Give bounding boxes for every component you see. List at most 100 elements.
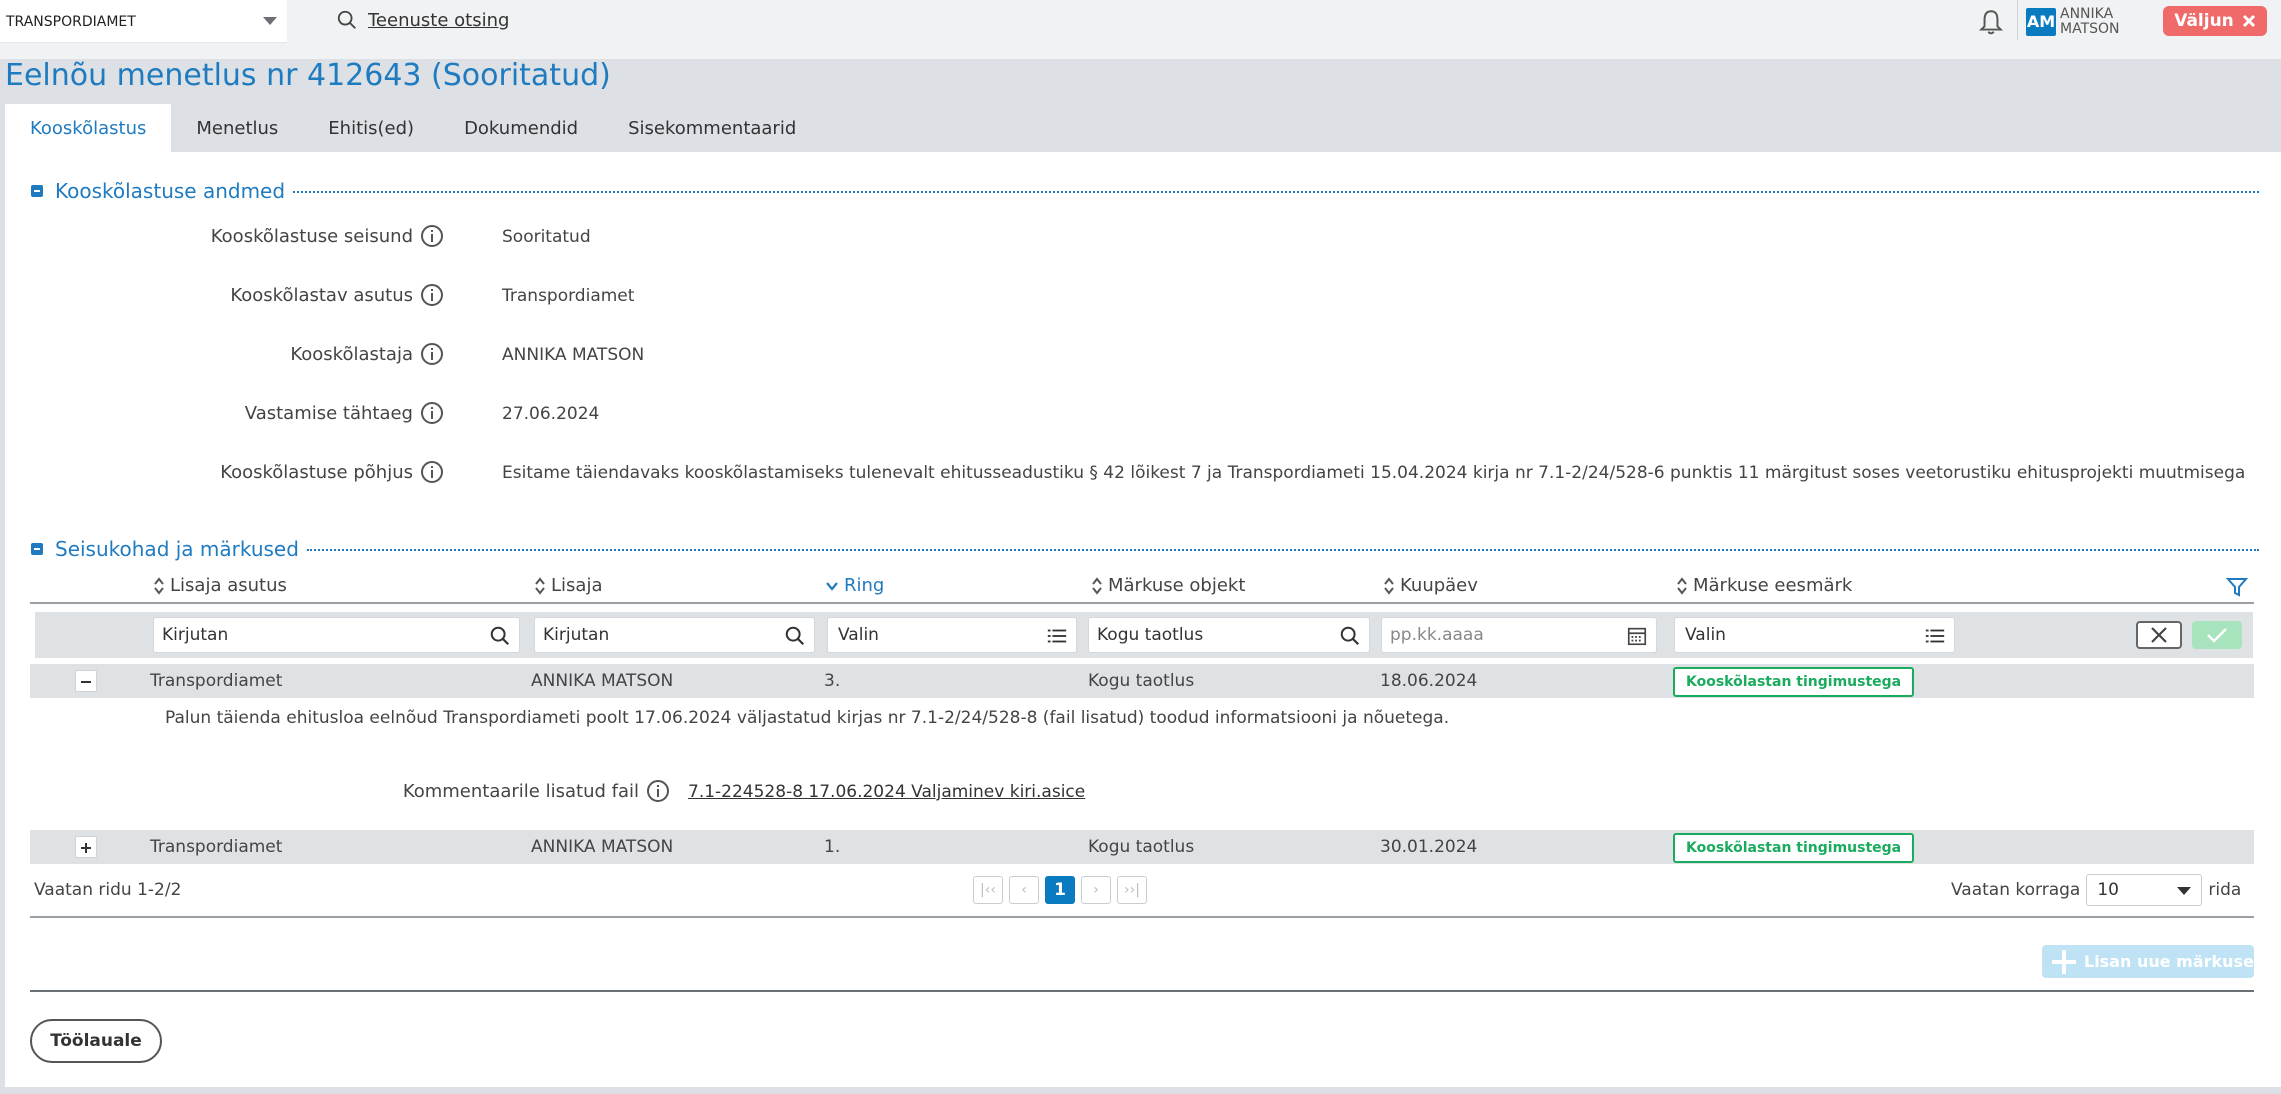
plus-icon bbox=[2052, 949, 2076, 974]
column-header-label: Märkuse eesmärk bbox=[1693, 575, 1853, 596]
sort-descending-icon bbox=[826, 581, 838, 591]
table-row[interactable]: Transpordiamet ANNIKA MATSON 1. Kogu tao… bbox=[30, 830, 2254, 864]
pagination-summary: Vaatan ridu 1-2/2 bbox=[34, 880, 182, 900]
attachment-label-text: Kommentaarile lisatud fail bbox=[402, 780, 639, 802]
info-icon[interactable] bbox=[421, 461, 443, 483]
collapse-icon[interactable] bbox=[31, 185, 43, 197]
sort-icon bbox=[1092, 576, 1102, 595]
status-badge: Kooskõlastan tingimustega bbox=[1673, 667, 1915, 697]
tab-dokumendid[interactable]: Dokumendid bbox=[439, 104, 603, 152]
filter-object-input[interactable]: Kogu taotlus bbox=[1088, 617, 1370, 653]
close-icon bbox=[2242, 14, 2255, 28]
column-header-agency[interactable]: Lisaja asutus bbox=[153, 575, 287, 596]
sort-icon bbox=[154, 576, 164, 595]
first-page-icon[interactable]: |‹‹ bbox=[973, 876, 1003, 904]
info-icon[interactable] bbox=[421, 284, 443, 306]
service-search-label: Teenuste otsing bbox=[368, 9, 510, 31]
info-icon[interactable] bbox=[421, 343, 443, 365]
sort-icon bbox=[535, 576, 545, 595]
filter-author-input[interactable]: Kirjutan bbox=[534, 617, 815, 653]
section-divider bbox=[293, 191, 2259, 193]
rows-per-page-label: Vaatan korraga bbox=[1951, 880, 2081, 900]
field-value: ANNIKA MATSON bbox=[502, 345, 645, 365]
tab-kooskolastus[interactable]: Kooskõlastus bbox=[5, 104, 172, 152]
search-icon bbox=[490, 626, 510, 646]
field-row-agency: Kooskõlastav asutus Transpordiamet bbox=[5, 281, 2281, 311]
previous-page-icon[interactable]: ‹ bbox=[1009, 876, 1039, 904]
field-label-text: Vastamise tähtaeg bbox=[244, 402, 413, 424]
user-name[interactable]: ANNIKA MATSON bbox=[2060, 7, 2120, 37]
collapse-row-icon[interactable] bbox=[75, 670, 97, 692]
page-button-current[interactable]: 1 bbox=[1045, 876, 1075, 904]
field-label-text: Kooskõlastav asutus bbox=[230, 284, 413, 306]
section-header-approval-data[interactable]: Kooskõlastuse andmed bbox=[31, 179, 2259, 203]
status-badge: Kooskõlastan tingimustega bbox=[1673, 833, 1915, 863]
filter-round-value: Valin bbox=[838, 625, 879, 645]
table-row[interactable]: Transpordiamet ANNIKA MATSON 3. Kogu tao… bbox=[30, 664, 2254, 698]
last-page-icon[interactable]: ››| bbox=[1117, 876, 1147, 904]
field-label: Kooskõlastuse põhjus bbox=[220, 461, 443, 483]
filter-agency-input[interactable]: Kirjutan bbox=[153, 617, 520, 653]
section-divider bbox=[306, 549, 2259, 551]
add-comment-button[interactable]: Lisan uue märkuse bbox=[2042, 945, 2254, 978]
clear-filters-button[interactable] bbox=[2136, 621, 2182, 649]
field-label-text: Kooskõlastuse põhjus bbox=[220, 461, 413, 483]
check-icon bbox=[2207, 628, 2227, 643]
column-header-purpose[interactable]: Märkuse eesmärk bbox=[1676, 575, 1852, 596]
cell-author: ANNIKA MATSON bbox=[531, 671, 674, 691]
info-icon[interactable] bbox=[647, 780, 669, 802]
pagination: |‹‹ ‹ 1 › ››| bbox=[973, 876, 1147, 904]
expand-row-icon[interactable] bbox=[75, 836, 97, 858]
column-header-object[interactable]: Märkuse objekt bbox=[1091, 575, 1245, 596]
apply-filters-button[interactable] bbox=[2192, 621, 2242, 649]
close-icon bbox=[2151, 627, 2167, 643]
attachment-label: Kommentaarile lisatud fail bbox=[403, 780, 669, 802]
info-icon[interactable] bbox=[421, 402, 443, 424]
section-title: Kooskõlastuse andmed bbox=[55, 179, 286, 203]
attachment-link[interactable]: 7.1-224528-8 17.06.2024 Valjaminev kiri.… bbox=[688, 782, 1085, 802]
column-header-label: Märkuse objekt bbox=[1108, 575, 1246, 596]
column-header-label: Kuupäev bbox=[1400, 575, 1478, 596]
section-header-comments[interactable]: Seisukohad ja märkused bbox=[31, 537, 2259, 561]
cell-agency: Transpordiamet bbox=[150, 671, 283, 691]
table-header-divider bbox=[30, 602, 2254, 604]
column-header-date[interactable]: Kuupäev bbox=[1383, 575, 1478, 596]
filter-icon[interactable] bbox=[2226, 576, 2248, 598]
field-label: Vastamise tähtaeg bbox=[245, 402, 443, 424]
field-row-reason: Kooskõlastuse põhjus Esitame täiendavaks… bbox=[5, 458, 2281, 488]
organization-select[interactable]: TRANSPORDIAMET bbox=[0, 0, 287, 43]
next-page-icon[interactable]: › bbox=[1081, 876, 1111, 904]
organization-select-value: TRANSPORDIAMET bbox=[6, 14, 136, 30]
filter-date-input[interactable]: pp.kk.aaaa bbox=[1381, 617, 1657, 653]
sort-icon bbox=[1677, 576, 1687, 595]
tab-menetlus[interactable]: Menetlus bbox=[171, 104, 303, 152]
cell-round: 3. bbox=[824, 671, 841, 691]
cell-agency: Transpordiamet bbox=[150, 837, 283, 857]
service-search-link[interactable]: Teenuste otsing bbox=[336, 9, 509, 31]
info-icon[interactable] bbox=[421, 225, 443, 247]
logout-button[interactable]: Väljun bbox=[2163, 6, 2267, 36]
header-divider bbox=[2017, 0, 2018, 40]
top-bar: TRANSPORDIAMET Teenuste otsing AM ANNIKA… bbox=[0, 0, 2281, 59]
search-icon bbox=[337, 10, 356, 29]
column-header-label: Lisaja bbox=[551, 575, 603, 596]
rows-per-page-select[interactable]: 10 bbox=[2086, 874, 2203, 906]
user-last-name: MATSON bbox=[2060, 21, 2120, 37]
filter-round-select[interactable]: Valin bbox=[827, 617, 1077, 653]
filter-purpose-select[interactable]: Valin bbox=[1674, 617, 1955, 653]
filter-object-value: Kogu taotlus bbox=[1097, 625, 1204, 645]
avatar[interactable]: AM bbox=[2026, 8, 2056, 36]
field-row-approver: Kooskõlastaja ANNIKA MATSON bbox=[5, 340, 2281, 370]
back-to-dashboard-button[interactable]: Töölauale bbox=[30, 1019, 162, 1063]
collapse-icon[interactable] bbox=[31, 543, 43, 555]
bell-icon[interactable] bbox=[1978, 8, 2004, 36]
column-header-round[interactable]: Ring bbox=[825, 575, 884, 596]
tab-sisekommentaarid[interactable]: Sisekommentaarid bbox=[603, 104, 821, 152]
filter-agency-value: Kirjutan bbox=[162, 625, 229, 645]
rows-per-page-value: 10 bbox=[2097, 880, 2119, 900]
rows-per-page-suffix: rida bbox=[2208, 880, 2242, 900]
chevron-down-icon bbox=[263, 17, 277, 25]
tab-ehitised[interactable]: Ehitis(ed) bbox=[303, 104, 439, 152]
column-header-author[interactable]: Lisaja bbox=[534, 575, 602, 596]
chevron-down-icon bbox=[2177, 887, 2192, 895]
